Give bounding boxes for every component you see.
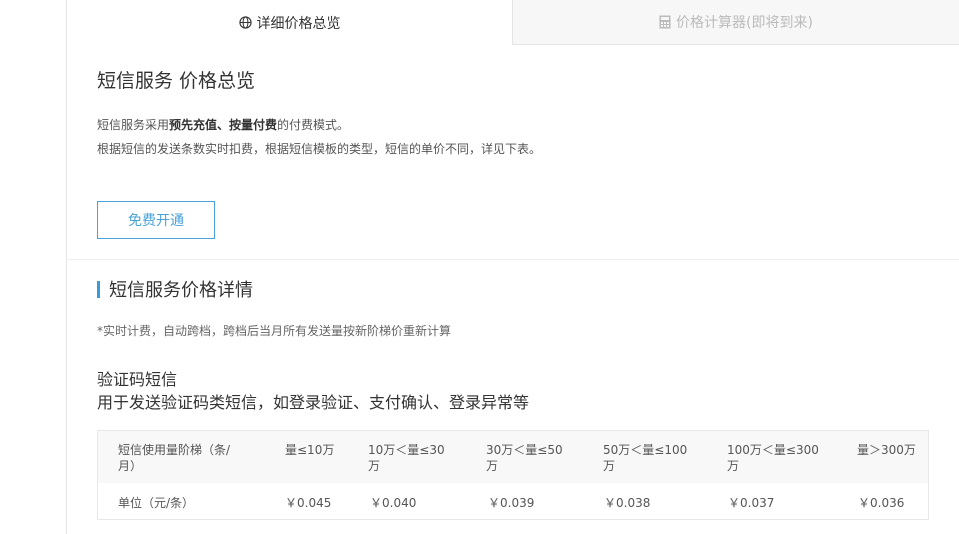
left-border bbox=[66, 0, 67, 534]
pricing-page: 详细价格总览 价格计算器(即将到来) 短信服务 价格总览 短信服务采用预先充值、… bbox=[0, 0, 959, 534]
overview-description-1: 短信服务采用预先充值、按量付费的付费模式。 bbox=[97, 117, 349, 133]
row-cell-3: ￥0.039 bbox=[488, 496, 535, 510]
desc1-suffix: 的付费模式。 bbox=[277, 118, 350, 132]
header-cell-1: 量≤10万 bbox=[285, 443, 335, 457]
price-table-header: 短信使用量阶梯（条/月） 量≤10万 10万＜量≤30万 30万＜量≤50万 5… bbox=[98, 431, 928, 483]
billing-note: *实时计费，自动跨档，跨档后当月所有发送量按新阶梯价重新计算 bbox=[97, 324, 452, 338]
row-cell-5: ￥0.037 bbox=[728, 496, 775, 510]
tab-price-calculator-label: 价格计算器(即将到来) bbox=[676, 15, 813, 31]
heading-accent-bar bbox=[97, 280, 100, 298]
header-cell-2: 10万＜量≤30万 bbox=[368, 443, 445, 473]
tab-price-overview[interactable]: 详细价格总览 bbox=[67, 0, 513, 45]
overview-description-2: 根据短信的发送条数实时扣费，根据短信模板的类型，短信的单价不同，详见下表。 bbox=[97, 142, 542, 156]
header-cell-3: 30万＜量≤50万 bbox=[486, 443, 563, 473]
sms-category-title: 验证码短信 bbox=[97, 370, 178, 389]
price-table: 短信使用量阶梯（条/月） 量≤10万 10万＜量≤30万 30万＜量≤50万 5… bbox=[97, 430, 929, 520]
free-activate-button[interactable]: 免费开通 bbox=[97, 201, 215, 239]
row-cell-1: ￥0.045 bbox=[285, 496, 332, 510]
price-detail-heading: 短信服务价格详情 bbox=[97, 278, 253, 301]
price-detail-title: 短信服务价格详情 bbox=[109, 280, 253, 301]
row-cell-2: ￥0.040 bbox=[370, 496, 417, 510]
header-cell-5: 100万＜量≤300万 bbox=[727, 443, 819, 473]
calculator-icon bbox=[659, 15, 671, 29]
header-cell-6: 量＞300万 bbox=[857, 443, 916, 457]
header-cell-4: 50万＜量≤100万 bbox=[603, 443, 688, 473]
globe-icon bbox=[238, 16, 252, 29]
desc1-prefix: 短信服务采用 bbox=[97, 118, 170, 132]
header-cell-tier: 短信使用量阶梯（条/月） bbox=[118, 443, 231, 473]
row-cell-6: ￥0.036 bbox=[858, 496, 905, 510]
section-divider bbox=[67, 259, 959, 260]
overview-title: 短信服务 价格总览 bbox=[97, 70, 256, 92]
desc1-bold: 预先充值、按量付费 bbox=[169, 118, 278, 132]
tab-price-calculator[interactable]: 价格计算器(即将到来) bbox=[513, 0, 959, 45]
row-cell-unit: 单位（元/条） bbox=[118, 496, 195, 510]
tab-price-overview-label: 详细价格总览 bbox=[256, 15, 341, 32]
sms-category-description: 用于发送验证码类短信，如登录验证、支付确认、登录异常等 bbox=[97, 393, 530, 412]
row-cell-4: ￥0.038 bbox=[604, 496, 651, 510]
table-row: 单位（元/条） ￥0.045 ￥0.040 ￥0.039 ￥0.038 ￥0.0… bbox=[98, 483, 928, 519]
tab-bar: 详细价格总览 价格计算器(即将到来) bbox=[67, 0, 959, 45]
